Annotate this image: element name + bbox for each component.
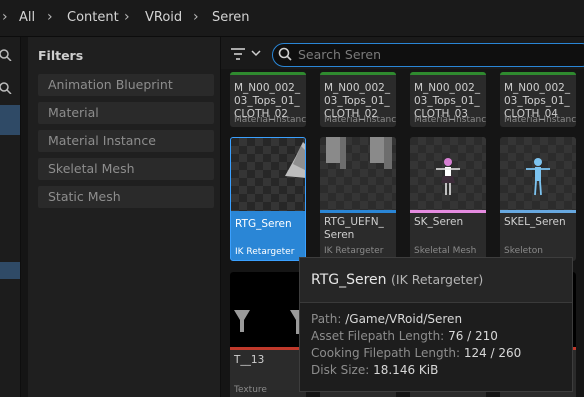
chevron-down-icon[interactable]: [251, 50, 261, 58]
asset-tile-rtg-seren[interactable]: RTG_Seren IK Retargeter: [230, 137, 306, 261]
collection-selection[interactable]: [0, 262, 20, 279]
breadcrumb: › All › Content › VRoid › Seren: [0, 0, 584, 37]
tooltip-cooking-filepath-row: Cooking Filepath Length: 124 / 260: [311, 346, 522, 360]
tooltip-asset-name: RTG_Seren: [311, 272, 387, 288]
asset-tile-rtg-uefn-seren[interactable]: RTG_UEFN_ Seren IK Retargeter: [320, 137, 396, 261]
filter-material[interactable]: Material: [38, 102, 214, 124]
texture-thumbnail: [234, 310, 304, 334]
chevron-right-icon: ›: [124, 9, 130, 25]
chevron-right-icon: ›: [2, 9, 8, 25]
asset-tile[interactable]: M_N00_002_ 03_Tops_01_ CLOTH_04 Material…: [500, 72, 576, 127]
asset-tile-sk-seren[interactable]: SK_Seren Skeletal Mesh: [410, 137, 486, 261]
asset-tile[interactable]: M_N00_002_ 03_Tops_01_ CLOTH_03 Material…: [410, 72, 486, 127]
asset-tile[interactable]: M_N00_002_ 03_Tops_01_ CLOTH_02 Material…: [320, 72, 396, 127]
tooltip-disk-size-row: Disk Size: 18.146 KiB: [311, 363, 439, 377]
filter-material-instance[interactable]: Material Instance: [38, 130, 214, 152]
folder-tree-selection[interactable]: [0, 105, 20, 135]
character-thumbnail: [436, 158, 460, 195]
breadcrumb-seren[interactable]: Seren: [212, 10, 250, 25]
search-placeholder: Search Seren: [298, 47, 382, 62]
retargeter-thumbnail: [285, 142, 305, 178]
tooltip-header: RTG_Seren (IK Retargeter): [300, 258, 572, 303]
filter-icon[interactable]: [230, 47, 246, 61]
breadcrumb-content[interactable]: Content: [67, 10, 119, 25]
breadcrumb-all[interactable]: All: [19, 10, 35, 25]
filters-title: Filters: [38, 48, 84, 63]
asset-tooltip: RTG_Seren (IK Retargeter) Path: /Game/VR…: [299, 257, 573, 392]
chevron-right-icon: ›: [47, 9, 53, 25]
asset-tile-skel-seren[interactable]: SKEL_Seren Skeleton: [500, 137, 576, 261]
retargeter-thumbnail: [326, 137, 392, 169]
sources-panel: [0, 37, 21, 397]
search-icon[interactable]: [0, 82, 12, 94]
search-icon: [278, 47, 292, 61]
skeleton-thumbnail: [526, 158, 550, 196]
filter-static-mesh[interactable]: Static Mesh: [38, 186, 214, 208]
tooltip-title: RTG_Seren (IK Retargeter): [311, 272, 483, 288]
breadcrumb-vroid[interactable]: VRoid: [145, 10, 182, 25]
chevron-right-icon: ›: [193, 9, 199, 25]
filters-panel: Filters Animation Blueprint Material Mat…: [28, 37, 221, 397]
tooltip-path-row: Path: /Game/VRoid/Seren: [311, 312, 463, 326]
filter-skeletal-mesh[interactable]: Skeletal Mesh: [38, 158, 214, 180]
asset-tile[interactable]: M_N00_002_ 03_Tops_01_ CLOTH_02 Material…: [230, 72, 306, 127]
filter-animation-blueprint[interactable]: Animation Blueprint: [38, 74, 214, 96]
tooltip-asset-kind: (IK Retargeter): [391, 272, 484, 287]
asset-tile-texture[interactable]: T__13 Texture: [230, 272, 306, 397]
tooltip-asset-filepath-row: Asset Filepath Length: 76 / 210: [311, 329, 498, 343]
search-icon[interactable]: [0, 49, 12, 61]
